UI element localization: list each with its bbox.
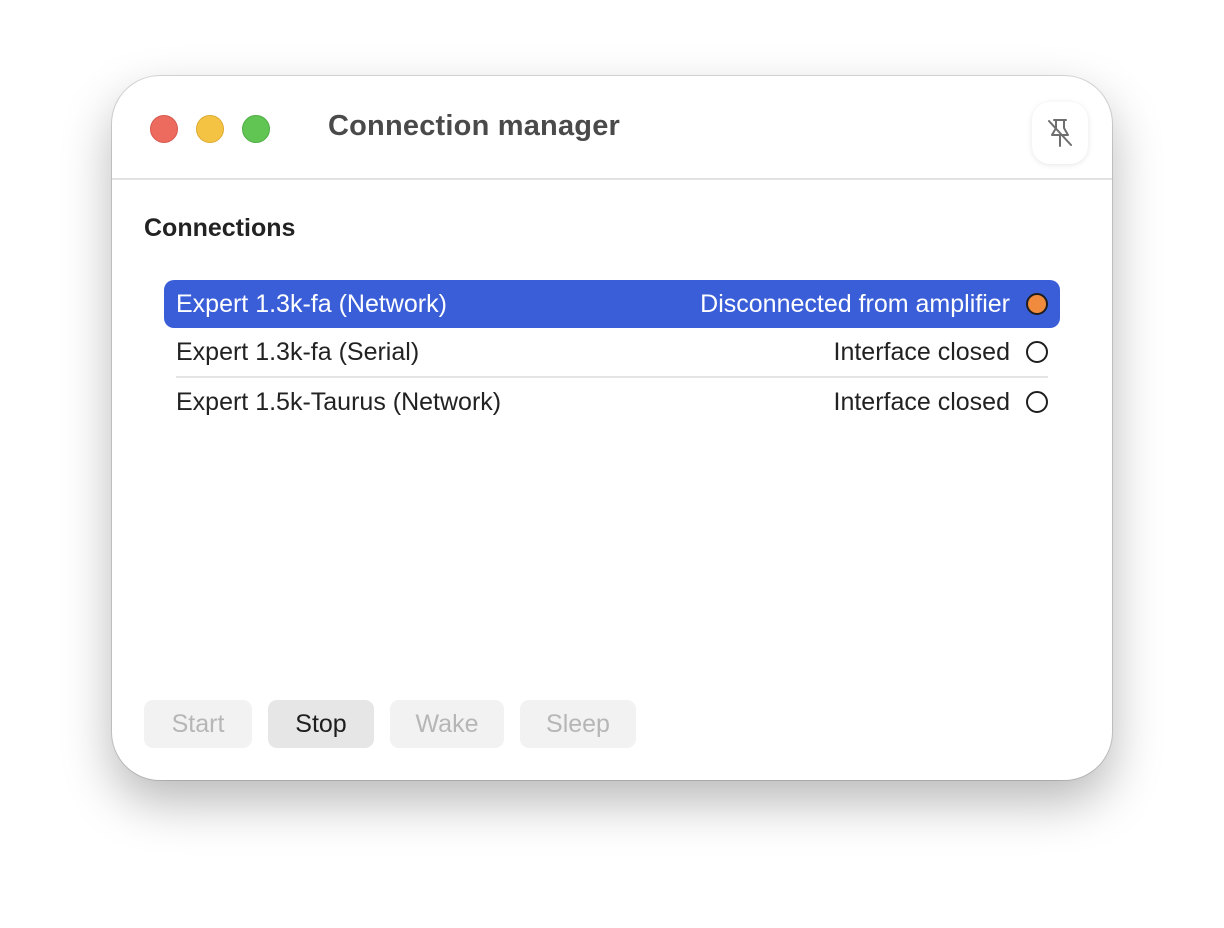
connection-name: Expert 1.3k-fa (Network) — [176, 289, 447, 318]
connection-row[interactable]: Expert 1.3k-fa (Serial) Interface closed — [164, 328, 1060, 376]
stop-button[interactable]: Stop — [268, 700, 374, 748]
connection-status: Interface closed — [833, 387, 1011, 416]
connection-row[interactable]: Expert 1.5k-Taurus (Network) Interface c… — [164, 378, 1060, 426]
connections-heading: Connections — [144, 214, 296, 242]
unpin-button[interactable] — [1032, 102, 1088, 164]
connection-status: Interface closed — [833, 337, 1011, 366]
window-title: Connection manager — [328, 110, 621, 142]
close-button[interactable] — [150, 115, 178, 143]
connection-name: Expert 1.3k-fa (Serial) — [176, 337, 420, 366]
start-button[interactable]: Start — [144, 700, 252, 748]
title-bar: Connection manager — [112, 76, 1112, 180]
connection-row[interactable]: Expert 1.3k-fa (Network) Disconnected fr… — [164, 280, 1060, 328]
connections-list: Expert 1.3k-fa (Network) Disconnected fr… — [164, 280, 1060, 426]
status-indicator-icon — [1026, 391, 1048, 413]
status-indicator-icon — [1026, 341, 1048, 363]
minimize-button[interactable] — [196, 115, 224, 143]
action-toolbar: Start Stop Wake Sleep — [144, 700, 636, 748]
connection-status: Disconnected from amplifier — [700, 289, 1010, 318]
wake-button[interactable]: Wake — [390, 700, 504, 748]
connection-manager-window: Connection manager Connections Expert 1.… — [112, 76, 1112, 780]
pin-slash-icon — [1048, 119, 1072, 147]
status-indicator-icon — [1026, 293, 1048, 315]
zoom-button[interactable] — [242, 115, 270, 143]
sleep-button[interactable]: Sleep — [520, 700, 636, 748]
connection-name: Expert 1.5k-Taurus (Network) — [176, 387, 502, 416]
